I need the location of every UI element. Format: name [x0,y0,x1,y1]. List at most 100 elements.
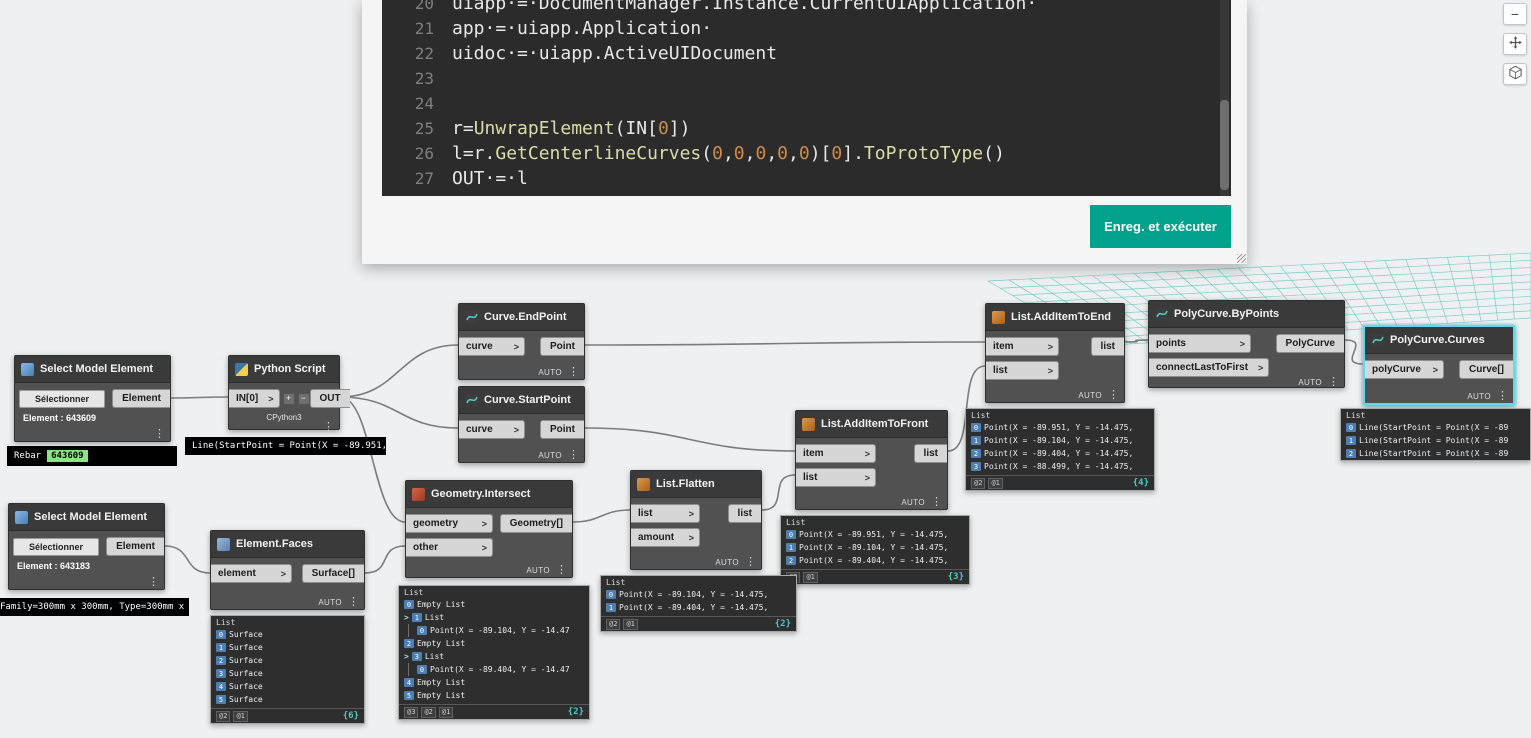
input-port-element[interactable]: element > [211,564,292,583]
level-tag[interactable]: @2 [421,706,436,718]
level-tag[interactable]: @1 [438,706,454,718]
node-header: Curve.StartPoint [459,387,584,414]
collapse-button[interactable]: − [1503,3,1527,25]
expander-icon[interactable]: > [404,652,409,661]
pan-button[interactable] [1503,33,1527,55]
preview-list-label: List [786,518,806,527]
input-port-item[interactable]: item > [796,444,876,463]
save-and-run-button[interactable]: Enreg. et exécuter [1090,205,1231,248]
output-port-Element[interactable]: Element [112,389,170,408]
output-port-OUT[interactable]: OUT [309,389,350,408]
editor-scrollbar[interactable] [1220,0,1229,196]
input-port-item[interactable]: item > [986,337,1059,356]
context-menu-icon[interactable]: ⋮ [323,422,334,433]
row-left: list > [986,361,1059,380]
chevron-right-icon: > [513,341,519,352]
input-port-connectLastToFirst[interactable]: connectLastToFirst > [1149,358,1270,377]
node-footer: AUTO ⋮ [631,557,761,569]
level-tag[interactable]: @1 [803,571,818,583]
code-editor[interactable]: 20 uiapp·=·DocumentManager.Instance.Curre… [382,0,1231,196]
row-left: element > [211,564,292,583]
output-port-Curve[][interactable]: Curve[] [1458,360,1513,379]
input-port-other[interactable]: other > [406,538,493,557]
level-tag[interactable]: @2 [216,710,231,722]
input-port-list[interactable]: list > [796,468,876,487]
level-tag[interactable]: @2 [971,477,986,489]
output-port-Point[interactable]: Point [540,337,584,356]
index-badge: 2 [1346,449,1356,458]
preview-row: 0 Empty List [399,598,589,611]
node-list-additemtoend[interactable]: List.AddItemToEnd item > list list > AUTO ⋮ [985,303,1125,403]
node-footer: AUTO ⋮ [459,450,584,462]
context-menu-icon[interactable]: ⋮ [556,565,567,576]
node-list-additemtofront[interactable]: List.AddItemToFront item > list list > AUTO ⋮ [795,410,948,510]
select-button[interactable]: Sélectionner [19,389,106,408]
output-port-list[interactable]: list [913,444,947,463]
node-list-flatten[interactable]: List.Flatten list > list amount > AUTO ⋮ [630,470,762,570]
level-tag[interactable]: @1 [623,618,638,630]
preview-row: 0 Surface [211,628,364,641]
preview-row: 1 Point(X = -89.104, Y = -14.475, [966,434,1154,447]
context-menu-icon[interactable]: ⋮ [568,367,579,378]
level-tag[interactable]: @2 [606,618,621,630]
node-body: curve > Point [459,331,584,367]
input-port-points[interactable]: points > [1149,334,1251,353]
input-port-curve[interactable]: curve > [459,337,525,356]
level-tag[interactable]: @1 [988,477,1003,489]
resize-grip[interactable] [1237,254,1246,263]
node-title: List.AddItemToFront [821,418,929,430]
add-input-button[interactable]: + [282,392,295,405]
row-left: curve > [459,420,525,439]
context-menu-icon[interactable]: ⋮ [154,429,165,440]
input-port-list[interactable]: list > [631,504,700,523]
node-polycurve-curves[interactable]: PolyCurve.Curves polyCurve > Curve[] AUTO ⋮ [1363,325,1515,405]
node-geometry-intersect[interactable]: Geometry.Intersect geometry > Geometry[] oth… [405,480,573,578]
node-polycurve-bypoints[interactable]: PolyCurve.ByPoints points > PolyCurve connec… [1148,300,1345,388]
context-menu-icon[interactable]: ⋮ [745,557,756,568]
editor-scrollbar-thumb[interactable] [1220,100,1229,190]
output-port-Geometry[][interactable]: Geometry[] [499,514,572,533]
context-menu-icon[interactable]: ⋮ [148,577,159,588]
index-badge: 3 [411,652,422,661]
input-port-curve[interactable]: curve > [459,420,525,439]
output-port-Surface[][interactable]: Surface[] [301,564,364,583]
code-text: uiapp·=·DocumentManager.Instance.Current… [452,0,1038,14]
port-row: curve > Point [459,420,584,439]
context-menu-icon[interactable]: ⋮ [1497,391,1508,402]
input-port-list[interactable]: list > [986,361,1059,380]
context-menu-icon[interactable]: ⋮ [1328,377,1339,388]
context-menu-icon[interactable]: ⋮ [931,497,942,508]
index-badge: 3 [216,669,226,678]
node-element-faces[interactable]: Element.Faces element > Surface[] AUTO ⋮ [210,530,365,610]
output-port-Point[interactable]: Point [540,420,584,439]
node-select-model-element-1[interactable]: Select Model Element Sélectionner Element E… [14,355,171,442]
input-port-IN[0][interactable]: IN[0] > [229,389,280,408]
preview-bubble: List 0 Point(X = -89.104, Y = -14.475, 1 Poi… [600,575,797,632]
node-body: element > Surface[] [211,558,364,597]
output-port-Element[interactable]: Element [106,537,164,556]
input-port-amount[interactable]: amount > [631,528,700,547]
node-python-script[interactable]: Python Script IN[0] > + − OUT CPython3 ⋮ [228,355,350,433]
level-tag[interactable]: @3 [404,706,419,718]
code-line: 27 OUT·=·l [382,166,1231,191]
orbit-button[interactable] [1503,63,1527,85]
level-tag[interactable]: @1 [233,710,248,722]
remove-input-button[interactable]: − [297,392,310,405]
context-menu-icon[interactable]: ⋮ [568,450,579,461]
input-port-polyCurve[interactable]: polyCurve > [1365,360,1444,379]
output-port-PolyCurve[interactable]: PolyCurve [1275,334,1344,353]
index-badge: 2 [404,639,414,648]
context-menu-icon[interactable]: ⋮ [1108,390,1119,401]
output-port-list[interactable]: list [727,504,761,523]
output-port-list[interactable]: list [1090,337,1124,356]
node-curve-endpoint[interactable]: Curve.EndPoint curve > Point AUTO ⋮ [458,303,585,380]
node-curve-startpoint[interactable]: Curve.StartPoint curve > Point AUTO ⋮ [458,386,585,463]
node-select-model-element-2[interactable]: Select Model Element Sélectionner Element E… [8,503,165,590]
preview-bubble: List 0 Point(X = -89.951, Y = -14.475, 1 Poi… [780,515,970,585]
preview-row: 2 Empty List [399,637,589,650]
select-button[interactable]: Sélectionner [13,537,100,556]
input-port-geometry[interactable]: geometry > [406,514,493,533]
index-badge: 1 [606,603,616,612]
context-menu-icon[interactable]: ⋮ [348,597,359,608]
expander-icon[interactable]: > [404,613,409,622]
